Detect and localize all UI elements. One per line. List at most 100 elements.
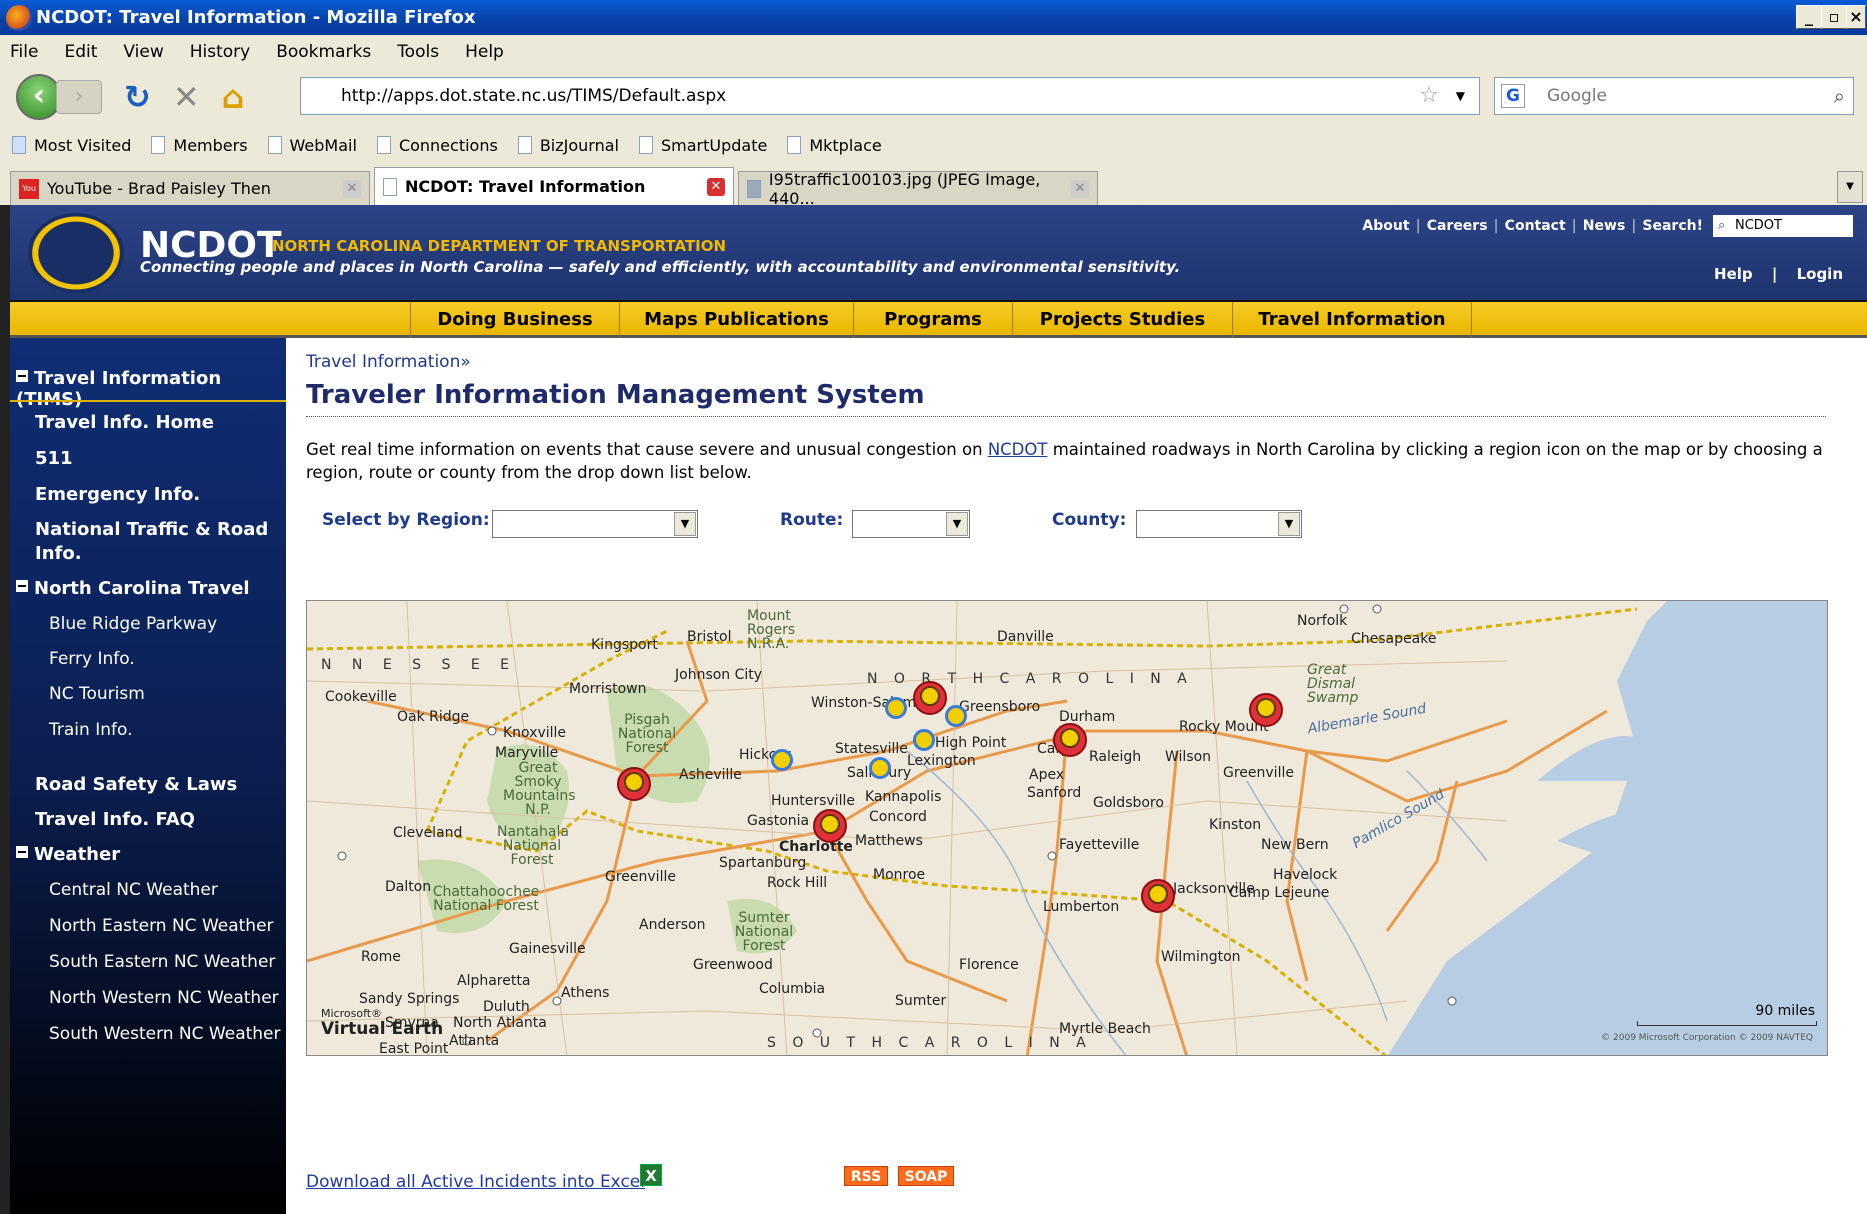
login-link[interactable]: Login <box>1797 265 1843 283</box>
sidebar-section-nc-travel[interactable]: North Carolina Travel <box>16 578 250 599</box>
sidebar-item-ne-weather[interactable]: North Eastern NC Weather <box>49 916 274 936</box>
sidebar-item-sw-weather[interactable]: South Western NC Weather <box>49 1024 281 1044</box>
traffic-map[interactable]: N N E S S E E N O R T H C A R O L I N A … <box>306 600 1828 1056</box>
bookmark-most-visited[interactable]: Most Visited <box>12 136 131 155</box>
forward-button[interactable]: › <box>56 80 102 114</box>
facility-marker[interactable] <box>885 697 907 719</box>
bookmark-connections[interactable]: Connections <box>376 136 498 155</box>
rss-button[interactable]: RSS <box>844 1166 888 1186</box>
menu-view[interactable]: View <box>123 42 163 62</box>
sidebar-section-tims[interactable]: Travel Information (TIMS) <box>16 368 286 410</box>
bookmark-mktplace[interactable]: Mktplace <box>787 136 882 155</box>
minimize-button[interactable]: _ <box>1796 5 1822 29</box>
search-bar[interactable]: G Google ⌕ <box>1494 77 1854 115</box>
menu-file[interactable]: File <box>10 42 38 62</box>
sidebar-item-511[interactable]: 511 <box>35 448 73 469</box>
sidebar-item-nw-weather[interactable]: North Western NC Weather <box>49 988 279 1008</box>
link-about[interactable]: About <box>1362 218 1409 234</box>
sidebar-item-central-weather[interactable]: Central NC Weather <box>49 880 218 900</box>
url-dropdown-icon[interactable]: ▼ <box>1456 78 1465 114</box>
close-window-button[interactable]: × <box>1846 5 1866 29</box>
close-tab-icon[interactable]: ✕ <box>707 177 725 196</box>
download-excel-link[interactable]: Download all Active Incidents into Excel <box>306 1172 645 1192</box>
tab-ncdot[interactable]: NCDOT: Travel Information ✕ <box>374 167 734 205</box>
google-icon[interactable]: G <box>1501 84 1525 108</box>
city-label: Greenville <box>1223 765 1294 781</box>
bookmark-smartupdate[interactable]: SmartUpdate <box>638 136 767 155</box>
bookmark-star-icon[interactable]: ☆ <box>1419 78 1439 114</box>
tab-youtube[interactable]: You YouTube - Brad Paisley Then ✕ <box>10 171 370 205</box>
nav-doing-business[interactable]: Doing Business <box>410 302 619 337</box>
close-tab-icon[interactable]: ✕ <box>1071 179 1089 198</box>
incident-marker-raleigh[interactable] <box>1053 723 1087 757</box>
soap-button[interactable]: SOAP <box>898 1166 954 1186</box>
menu-history[interactable]: History <box>190 42 250 62</box>
sidebar-item-travel-home[interactable]: Travel Info. Home <box>35 412 214 433</box>
nav-programs[interactable]: Programs <box>853 302 1012 337</box>
city-label: Chesapeake <box>1351 631 1437 647</box>
nav-maps-publications[interactable]: Maps Publications <box>619 302 853 337</box>
reload-icon[interactable]: ↻ <box>124 78 151 116</box>
incident-marker-northeast[interactable] <box>1249 693 1283 727</box>
incident-marker-asheville[interactable] <box>617 767 651 801</box>
bookmark-webmail[interactable]: WebMail <box>267 136 357 155</box>
incident-marker-triad[interactable] <box>913 681 947 715</box>
facility-marker[interactable] <box>869 757 891 779</box>
menu-tools[interactable]: Tools <box>397 42 439 62</box>
link-careers[interactable]: Careers <box>1427 218 1488 234</box>
sidebar-item-faq[interactable]: Travel Info. FAQ <box>35 809 195 830</box>
site-search-input[interactable]: ⌕ NCDOT <box>1713 215 1853 237</box>
tab-jpeg[interactable]: I95traffic100103.jpg (JPEG Image, 440...… <box>738 170 1098 208</box>
sidebar-item-blue-ridge[interactable]: Blue Ridge Parkway <box>49 614 217 634</box>
city-label: Rome <box>361 949 401 965</box>
bookmarks-toolbar: Most Visited Members WebMail Connections… <box>0 125 1867 165</box>
nav-travel-information[interactable]: Travel Information <box>1232 302 1472 337</box>
link-contact[interactable]: Contact <box>1505 218 1566 234</box>
incident-marker-charlotte[interactable] <box>813 809 847 843</box>
tab-list-button[interactable]: ▼ <box>1837 171 1863 203</box>
chevron-down-icon[interactable]: ▼ <box>674 512 696 536</box>
sidebar-item-emergency[interactable]: Emergency Info. <box>35 484 200 505</box>
link-news[interactable]: News <box>1583 218 1625 234</box>
ncdot-logo[interactable] <box>28 213 124 293</box>
route-select[interactable]: ▼ <box>852 510 970 538</box>
sidebar-section-weather[interactable]: Weather <box>16 844 120 865</box>
bookmark-bizjournal[interactable]: BizJournal <box>517 136 619 155</box>
sidebar-item-road-safety[interactable]: Road Safety & Laws <box>35 774 237 795</box>
menu-edit[interactable]: Edit <box>64 42 97 62</box>
sidebar-item-national-traffic[interactable]: National Traffic & Road Info. <box>35 518 275 566</box>
chevron-down-icon[interactable]: ▼ <box>1278 512 1300 536</box>
sidebar-item-nc-tourism[interactable]: NC Tourism <box>49 684 145 704</box>
stop-icon[interactable]: ✕ <box>173 78 200 116</box>
facility-marker[interactable] <box>913 729 935 751</box>
menu-help[interactable]: Help <box>465 42 504 62</box>
city-label: Camp Lejeune <box>1229 885 1330 901</box>
city-label: High Point <box>935 735 1007 751</box>
site-header: NCDOT NORTH CAROLINA DEPARTMENT OF TRANS… <box>10 205 1867 300</box>
facility-marker[interactable] <box>771 749 793 771</box>
search-icon[interactable]: ⌕ <box>1834 78 1845 114</box>
chevron-down-icon[interactable]: ▼ <box>946 512 968 536</box>
region-select[interactable]: ▼ <box>492 510 698 538</box>
menu-bookmarks[interactable]: Bookmarks <box>276 42 371 62</box>
nav-projects-studies[interactable]: Projects Studies <box>1012 302 1232 337</box>
url-bar[interactable]: http://apps.dot.state.nc.us/TIMS/Default… <box>300 77 1480 115</box>
city-label: Greenville <box>605 869 676 885</box>
window-titlebar[interactable]: NCDOT: Travel Information - Mozilla Fire… <box>0 0 1867 35</box>
facility-marker[interactable] <box>945 705 967 727</box>
excel-icon[interactable]: X <box>640 1164 662 1186</box>
help-link[interactable]: Help <box>1714 265 1753 283</box>
sidebar-item-train[interactable]: Train Info. <box>49 720 132 740</box>
breadcrumb[interactable]: Travel Information» <box>306 352 471 372</box>
maximize-button[interactable]: ▫ <box>1821 5 1847 29</box>
sidebar-item-ferry[interactable]: Ferry Info. <box>49 649 135 669</box>
sidebar-item-se-weather[interactable]: South Eastern NC Weather <box>49 952 275 972</box>
search-link[interactable]: Search! <box>1642 218 1703 234</box>
ncdot-link[interactable]: NCDOT <box>988 440 1048 459</box>
close-tab-icon[interactable]: ✕ <box>343 179 361 198</box>
incident-marker-jacksonville[interactable] <box>1141 879 1175 913</box>
bookmark-members[interactable]: Members <box>151 136 248 155</box>
home-icon[interactable]: ⌂ <box>222 78 245 116</box>
county-select[interactable]: ▼ <box>1136 510 1302 538</box>
city-label: Myrtle Beach <box>1059 1021 1151 1037</box>
